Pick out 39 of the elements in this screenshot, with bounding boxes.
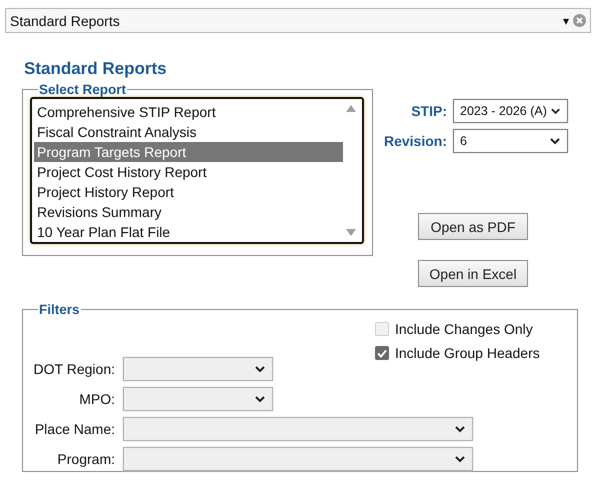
dropdown[interactable] [123,447,473,471]
report-listbox[interactable]: Comprehensive STIP Report Fiscal Constraint Analysis Program Targets Report Project Cost History Report Project History Report Revisions Summary 10 Year Plan Flat File [30,97,364,244]
list-item[interactable]: Fiscal Constraint Analysis [34,122,343,142]
field-label: MPO: [78,391,115,407]
list-item[interactable]: Revisions Summary [34,202,343,222]
open-button[interactable]: Open in Excel [418,260,528,287]
checkbox-label: Include Changes Only [395,321,533,337]
dropdown[interactable] [123,357,273,381]
scroll-down-icon[interactable] [346,229,356,236]
list-item[interactable]: 10 Year Plan Flat File [34,222,343,242]
page-heading: Standard Reports [24,59,168,80]
window-title: Standard Reports [10,12,121,28]
chevron-down-icon [550,138,560,144]
open-button[interactable]: Open as PDF [418,213,528,240]
chevron-down-icon [455,456,465,462]
checkbox[interactable] [375,346,389,360]
list-item[interactable]: Project Cost History Report [34,162,343,182]
list-item[interactable]: Comprehensive STIP Report [34,102,343,122]
checkbox-label: Include Group Headers [395,345,540,361]
scroll-up-icon[interactable] [346,105,356,112]
chevron-down-icon [455,426,465,432]
close-icon[interactable] [573,14,586,27]
field-label: Place Name: [34,421,115,437]
field-label: Revision: [384,133,447,149]
chevron-down-icon [255,366,265,372]
chevron-down-icon [550,108,560,114]
list-item[interactable]: Project History Report [34,182,343,202]
dropdown-toggle[interactable]: ▾ [563,14,569,28]
field-label: STIP: [411,103,447,119]
group-legend: Select Report [38,82,128,97]
dropdown[interactable] [123,417,473,441]
list-item[interactable]: Program Targets Report [34,142,343,162]
dropdown[interactable]: 6 [453,129,568,153]
dropdown[interactable] [123,387,273,411]
dropdown[interactable]: 2023 - 2026 (A) [453,99,568,123]
group-legend: Filters [38,302,81,317]
field-label: DOT Region: [32,361,115,377]
field-label: Program: [56,451,115,467]
chevron-down-icon [255,396,265,402]
